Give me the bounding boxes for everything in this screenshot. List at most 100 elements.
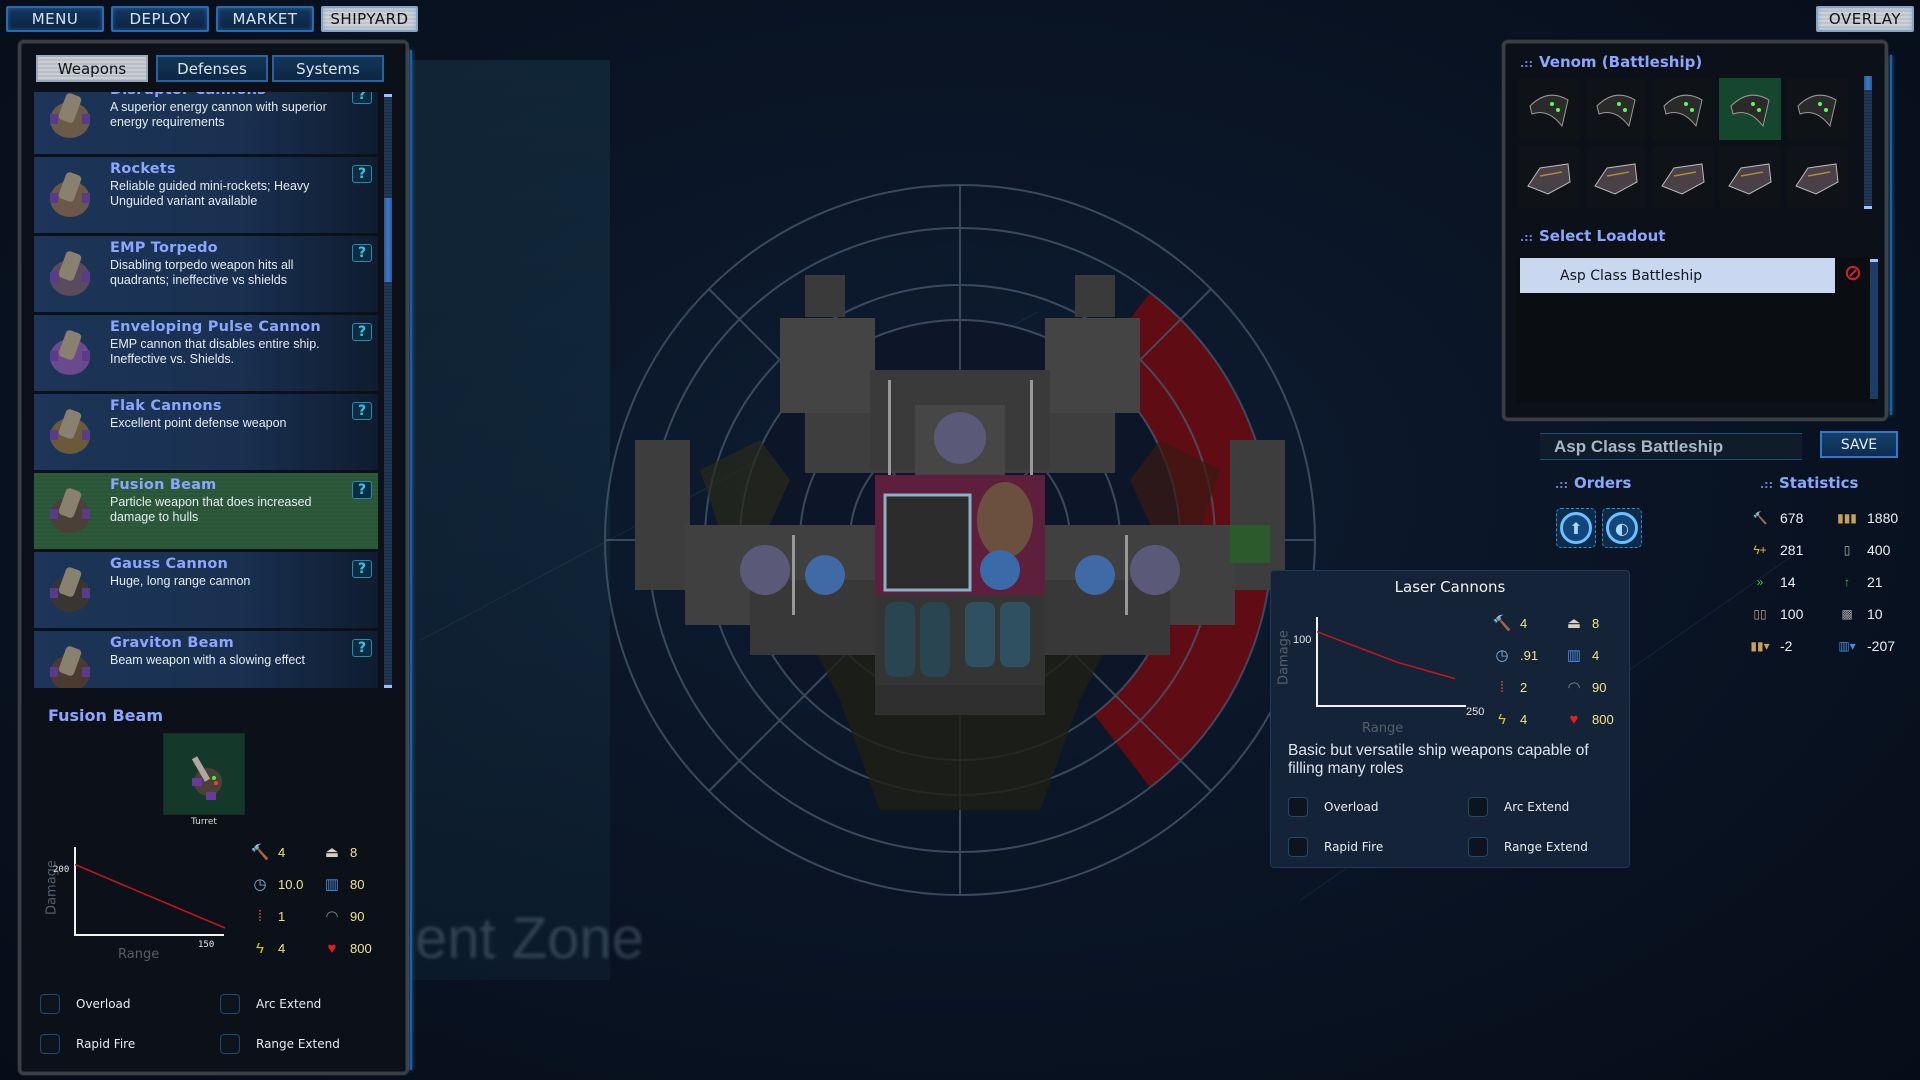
checkbox[interactable]: [40, 994, 60, 1014]
ship-variant-9[interactable]: [1719, 146, 1781, 208]
ship-variant-8[interactable]: [1652, 146, 1714, 208]
scroll-thumb[interactable]: [384, 198, 392, 283]
checkbox[interactable]: [1288, 797, 1308, 817]
menu-button[interactable]: MENU: [6, 6, 104, 32]
checkbox[interactable]: [220, 994, 240, 1014]
fusion-beam-icon: [191, 756, 222, 800]
stat-value: 2: [1520, 679, 1528, 695]
hull-ship-icon: [1594, 163, 1638, 195]
health-icon: ♥: [1569, 710, 1579, 728]
advance-order-button[interactable]: ⬆: [1556, 508, 1596, 548]
tab-defenses[interactable]: Defenses: [156, 55, 268, 82]
mount-type-label: Turret: [191, 817, 217, 827]
chart-y-label: Damage: [1276, 630, 1292, 685]
checkbox[interactable]: [220, 1034, 240, 1054]
weapon-description: Beam weapon with a slowing effect: [110, 653, 306, 667]
stat-item: ♥ 800: [1564, 710, 1614, 728]
modifier-checkbox-rapid-fire[interactable]: Rapid Fire: [40, 1034, 135, 1054]
loadout-name-input[interactable]: Asp Class Battleship: [1540, 433, 1802, 460]
save-button[interactable]: SAVE: [1820, 431, 1898, 458]
deploy-button[interactable]: DEPLOY: [111, 6, 209, 32]
scroll-thumb[interactable]: [1864, 76, 1872, 90]
modifier-checkbox-range-extend[interactable]: Range Extend: [1468, 837, 1588, 857]
stat-value: 1880: [1867, 510, 1899, 526]
ship-variant-scrollbar[interactable]: [1864, 76, 1872, 209]
damage-falloff-line: [1317, 630, 1456, 680]
ship-stat-item: ▩ 10: [1835, 605, 1882, 623]
overlay-button[interactable]: OVERLAY: [1816, 6, 1914, 32]
weapon-list-item[interactable]: Fusion Beam Particle weapon that does inc…: [34, 473, 378, 549]
help-icon[interactable]: ?: [352, 165, 372, 183]
checkbox[interactable]: [40, 1034, 60, 1054]
checkbox[interactable]: [1468, 797, 1488, 817]
weapon-list-item[interactable]: Gauss Cannon Huge, long range cannon?: [34, 552, 378, 628]
help-icon[interactable]: ?: [352, 481, 372, 499]
modifier-checkbox-rapid-fire[interactable]: Rapid Fire: [1288, 837, 1383, 857]
weapon-name: Flak Cannons: [110, 398, 222, 414]
modifier-checkbox-arc-extend[interactable]: Arc Extend: [1468, 797, 1569, 817]
market-button[interactable]: MARKET: [216, 6, 314, 32]
power-surplus-icon: ϟ+: [1753, 543, 1767, 557]
defend-order-button[interactable]: ◐: [1602, 508, 1642, 548]
ship-variant-1[interactable]: [1518, 78, 1580, 140]
help-icon[interactable]: ?: [352, 244, 372, 262]
weapon-list-item[interactable]: Graviton Beam Beam weapon with a slowing …: [34, 631, 378, 688]
weapon-list-item[interactable]: Rockets Reliable guided mini-rockets; Hea…: [34, 157, 378, 233]
modifier-checkbox-range-extend[interactable]: Range Extend: [220, 1034, 340, 1054]
ship-variant-10[interactable]: [1786, 146, 1848, 208]
damage-falloff-line: [75, 863, 225, 929]
section-dots-icon: .::: [1760, 478, 1773, 491]
stat-value: 4: [1520, 711, 1528, 727]
stat-value: 90: [1592, 679, 1607, 695]
ship-variant-2[interactable]: [1585, 78, 1647, 140]
checkbox[interactable]: [1468, 837, 1488, 857]
weapon-name: Disruptor Cannons: [110, 92, 266, 98]
ship-variant-5[interactable]: [1786, 78, 1848, 140]
loadout-item[interactable]: Asp Class Battleship: [1520, 258, 1835, 293]
delete-loadout-icon[interactable]: ⊘: [1842, 263, 1864, 285]
help-icon[interactable]: ?: [352, 323, 372, 341]
projectiles-icon: ⁞: [1499, 678, 1505, 696]
tab-weapons[interactable]: Weapons: [36, 55, 148, 82]
modifier-checkbox-overload[interactable]: Overload: [1288, 797, 1379, 817]
scroll-down-cap[interactable]: [1864, 206, 1872, 209]
weapon-list-item[interactable]: EMP Torpedo Disabling torpedo weapon hits…: [34, 236, 378, 312]
ammo-deficit-icon: ▮▮▾: [1750, 639, 1770, 653]
stat-item: ◠ 90: [1564, 678, 1606, 696]
modifier-checkbox-overload[interactable]: Overload: [40, 994, 131, 1014]
weapon-list-item[interactable]: Disruptor Cannons A superior energy canno…: [34, 92, 378, 154]
weapon-list-scrollbar[interactable]: [384, 94, 392, 688]
stat-item: ◠ 90: [322, 907, 364, 925]
hull-ship-icon: [1728, 163, 1772, 195]
ship-variant-3[interactable]: [1652, 78, 1714, 140]
scroll-up-cap[interactable]: [1870, 259, 1878, 262]
venom-ship-icon: [1529, 94, 1569, 128]
modifier-checkbox-arc-extend[interactable]: Arc Extend: [220, 994, 321, 1014]
weapon-list-item[interactable]: Flak Cannons Excellent point defense weap…: [34, 394, 378, 470]
shipyard-button[interactable]: SHIPYARD: [321, 6, 418, 32]
help-icon[interactable]: ?: [352, 92, 372, 104]
ship-stat-item: ▯ 400: [1835, 541, 1891, 559]
help-icon[interactable]: ?: [352, 639, 372, 657]
stat-value: 4: [278, 844, 286, 860]
tab-systems[interactable]: Systems: [272, 55, 384, 82]
scroll-up-cap[interactable]: [384, 94, 392, 97]
stat-item: ⏏ 8: [1564, 614, 1599, 632]
help-icon[interactable]: ?: [352, 402, 372, 420]
chart-x-label: Range: [118, 947, 160, 962]
weapon-list-item[interactable]: Enveloping Pulse Cannon EMP cannon that d…: [34, 315, 378, 391]
weapon-description: Reliable guided mini-rockets; Heavy Ungu…: [110, 179, 310, 208]
ship-variant-4[interactable]: [1719, 78, 1781, 140]
weapon-name: Enveloping Pulse Cannon: [110, 319, 321, 335]
stat-value: 80: [350, 876, 365, 892]
rocket-launcher-icon: [40, 163, 100, 225]
ship-variant-7[interactable]: [1585, 146, 1647, 208]
help-icon[interactable]: ?: [352, 560, 372, 578]
ship-radar[interactable]: [560, 140, 1360, 940]
ship-variant-6[interactable]: [1518, 146, 1580, 208]
checkbox[interactable]: [1288, 837, 1308, 857]
scroll-down-cap[interactable]: [384, 685, 392, 688]
stat-item: ▥ 4: [1564, 646, 1599, 664]
loadout-scrollbar[interactable]: [1870, 259, 1878, 399]
select-loadout-title: .:: Select Loadout: [1520, 227, 1665, 245]
